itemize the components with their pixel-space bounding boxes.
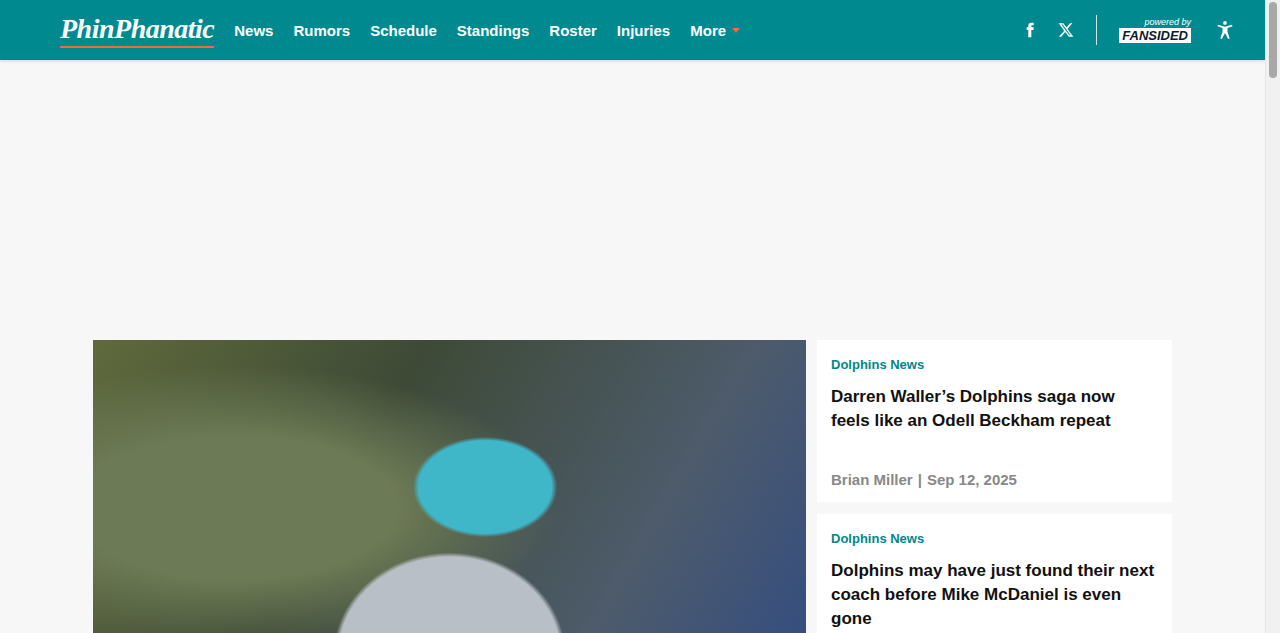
nav-item[interactable]: Rumors xyxy=(293,22,350,39)
facebook-icon[interactable] xyxy=(1022,22,1038,38)
main-nav: News Rumors Schedule Standings Roster In… xyxy=(234,22,740,39)
page: PhinPhanatic News Rumors Schedule Standi… xyxy=(0,0,1265,633)
article-date: Sep 12, 2025 xyxy=(927,471,1017,488)
scrollbar[interactable] xyxy=(1265,0,1280,633)
site-logo[interactable]: PhinPhanatic xyxy=(60,13,214,48)
screen: PhinPhanatic News Rumors Schedule Standi… xyxy=(0,0,1280,633)
nav-item[interactable]: Injuries xyxy=(617,22,670,39)
article-title[interactable]: Dolphins may have just found their next … xyxy=(831,559,1158,631)
article-author[interactable]: Brian Miller xyxy=(831,471,913,488)
scrollbar-thumb[interactable] xyxy=(1269,2,1277,78)
featured-section: Dolphins News Darren Waller’s Dolphins s… xyxy=(93,340,1172,633)
article-card[interactable]: Dolphins News Darren Waller’s Dolphins s… xyxy=(817,340,1172,502)
article-category[interactable]: Dolphins News xyxy=(831,531,1158,547)
article-card[interactable]: Dolphins News Dolphins may have just fou… xyxy=(817,514,1172,633)
article-meta: Brian Miller | Sep 12, 2025 xyxy=(831,451,1158,488)
caret-down-icon xyxy=(732,28,740,33)
x-icon[interactable] xyxy=(1058,22,1074,38)
header-divider xyxy=(1096,15,1097,45)
nav-item[interactable]: More xyxy=(690,22,740,39)
nav-item[interactable]: Standings xyxy=(457,22,530,39)
article-title[interactable]: Darren Waller’s Dolphins saga now feels … xyxy=(831,385,1158,433)
hero-photo[interactable] xyxy=(93,340,806,633)
ad-space xyxy=(0,60,1265,340)
fansided-logo[interactable]: powered by FANSIDED xyxy=(1119,18,1191,43)
nav-item[interactable]: Roster xyxy=(549,22,597,39)
nav-item[interactable]: Schedule xyxy=(370,22,437,39)
article-category[interactable]: Dolphins News xyxy=(831,357,1158,373)
article-list: Dolphins News Darren Waller’s Dolphins s… xyxy=(817,340,1172,633)
site-header: PhinPhanatic News Rumors Schedule Standi… xyxy=(0,0,1265,60)
accessibility-icon[interactable] xyxy=(1215,20,1235,40)
nav-item[interactable]: News xyxy=(234,22,273,39)
